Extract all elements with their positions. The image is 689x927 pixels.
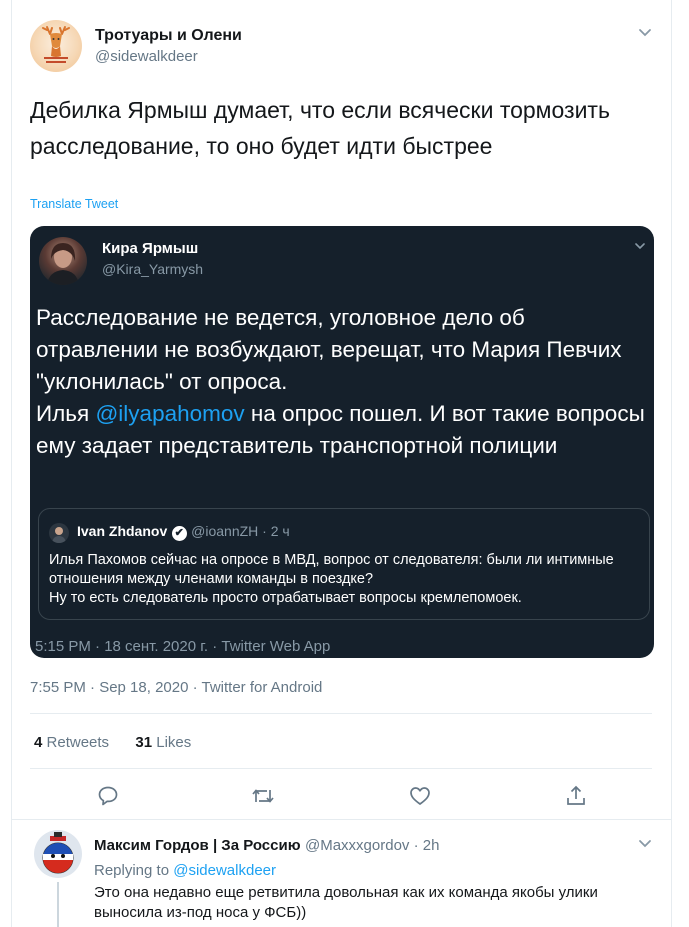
nested-author-meta[interactable]: @ioannZH · 2 ч — [191, 523, 290, 539]
main-tweet: Тротуары и Олени @sidewalkdeer Дебилка Я… — [12, 0, 671, 820]
speech-bubble-icon — [98, 786, 118, 806]
replying-mention-link[interactable]: @sidewalkdeer — [173, 862, 276, 879]
heart-icon — [410, 787, 430, 805]
quoted-tweet-card[interactable]: Кира Ярмыш @Kira_Yarmysh Расследование н… — [30, 226, 654, 658]
tweet-detail-panel: Тротуары и Олени @sidewalkdeer Дебилка Я… — [11, 0, 672, 927]
quoted-author-name[interactable]: Кира Ярмыш — [102, 240, 198, 257]
quoted-author-handle[interactable]: @Kira_Yarmysh — [102, 261, 203, 277]
share-button[interactable] — [564, 784, 588, 808]
deer-logo-icon — [42, 26, 70, 63]
replying-to-line: Replying to @sidewalkdeer — [94, 862, 276, 879]
reply-author-handle-time[interactable]: @Maxxxgordov · 2h — [305, 837, 439, 854]
verified-badge-icon: ✔ — [171, 526, 187, 541]
author-name[interactable]: Тротуары и Олени — [95, 27, 242, 44]
retweet-arrows-icon — [252, 789, 274, 803]
divider — [30, 713, 652, 714]
reply-text: Это она недавно еще ретвитила довольная … — [94, 884, 598, 921]
countryball-avatar-icon — [42, 832, 74, 874]
retweet-button[interactable] — [250, 784, 274, 808]
nested-quoted-tweet[interactable]: Ivan Zhdanov ✔ @ioannZH · 2 ч Илья Пахом… — [38, 508, 650, 620]
like-button[interactable] — [408, 784, 432, 808]
engagement-stats: 4 Retweets 31 Likes — [34, 734, 191, 751]
author-handle[interactable]: @sidewalkdeer — [95, 48, 198, 65]
likes-stat[interactable]: 31 Likes — [135, 734, 191, 751]
quoted-mention-link[interactable]: @ilyapahomov — [95, 401, 244, 426]
reply-author-avatar[interactable] — [34, 830, 82, 878]
chevron-down-icon — [635, 243, 645, 250]
tweet-menu-caret[interactable] — [638, 26, 652, 41]
nested-author-avatar[interactable] — [49, 523, 69, 543]
quoted-tweet-footer[interactable]: 5:15 PM · 18 сент. 2020 г. · Twitter Web… — [35, 638, 330, 655]
reply-menu-caret[interactable] — [638, 836, 652, 854]
portrait-icon — [47, 243, 79, 285]
replying-prefix: Replying to — [94, 862, 174, 879]
tweet-text: Дебилка Ярмыш думает, что если всячески … — [30, 97, 610, 159]
quoted-tweet-text: Расследование не ведется, уголовное дело… — [36, 302, 646, 462]
translate-tweet-link[interactable]: Translate Tweet — [30, 197, 118, 211]
thread-line — [57, 882, 59, 927]
reply-button[interactable] — [96, 784, 120, 808]
retweets-label: Retweets — [46, 734, 110, 751]
tweet-timestamp[interactable]: 7:55 PM · Sep 18, 2020 · Twitter for And… — [30, 679, 322, 696]
likes-count: 31 — [135, 734, 153, 751]
nested-tweet-text: Илья Пахомов сейчас на опросе в МВД, воп… — [49, 552, 614, 606]
likes-label: Likes — [156, 734, 192, 751]
portrait-icon — [52, 527, 66, 543]
reply-author-name[interactable]: Максим Гордов | За Россию — [94, 837, 301, 854]
quoted-author-avatar[interactable] — [39, 237, 87, 285]
divider — [30, 768, 652, 769]
quoted-tweet-caret[interactable] — [634, 238, 646, 256]
chevron-down-icon — [639, 840, 651, 848]
share-upload-icon — [567, 785, 585, 805]
author-avatar[interactable] — [30, 20, 82, 72]
chevron-down-icon — [639, 29, 651, 37]
nested-author-name[interactable]: Ivan Zhdanov — [77, 523, 167, 539]
retweets-stat[interactable]: 4 Retweets — [34, 734, 109, 751]
retweets-count: 4 — [34, 734, 43, 751]
